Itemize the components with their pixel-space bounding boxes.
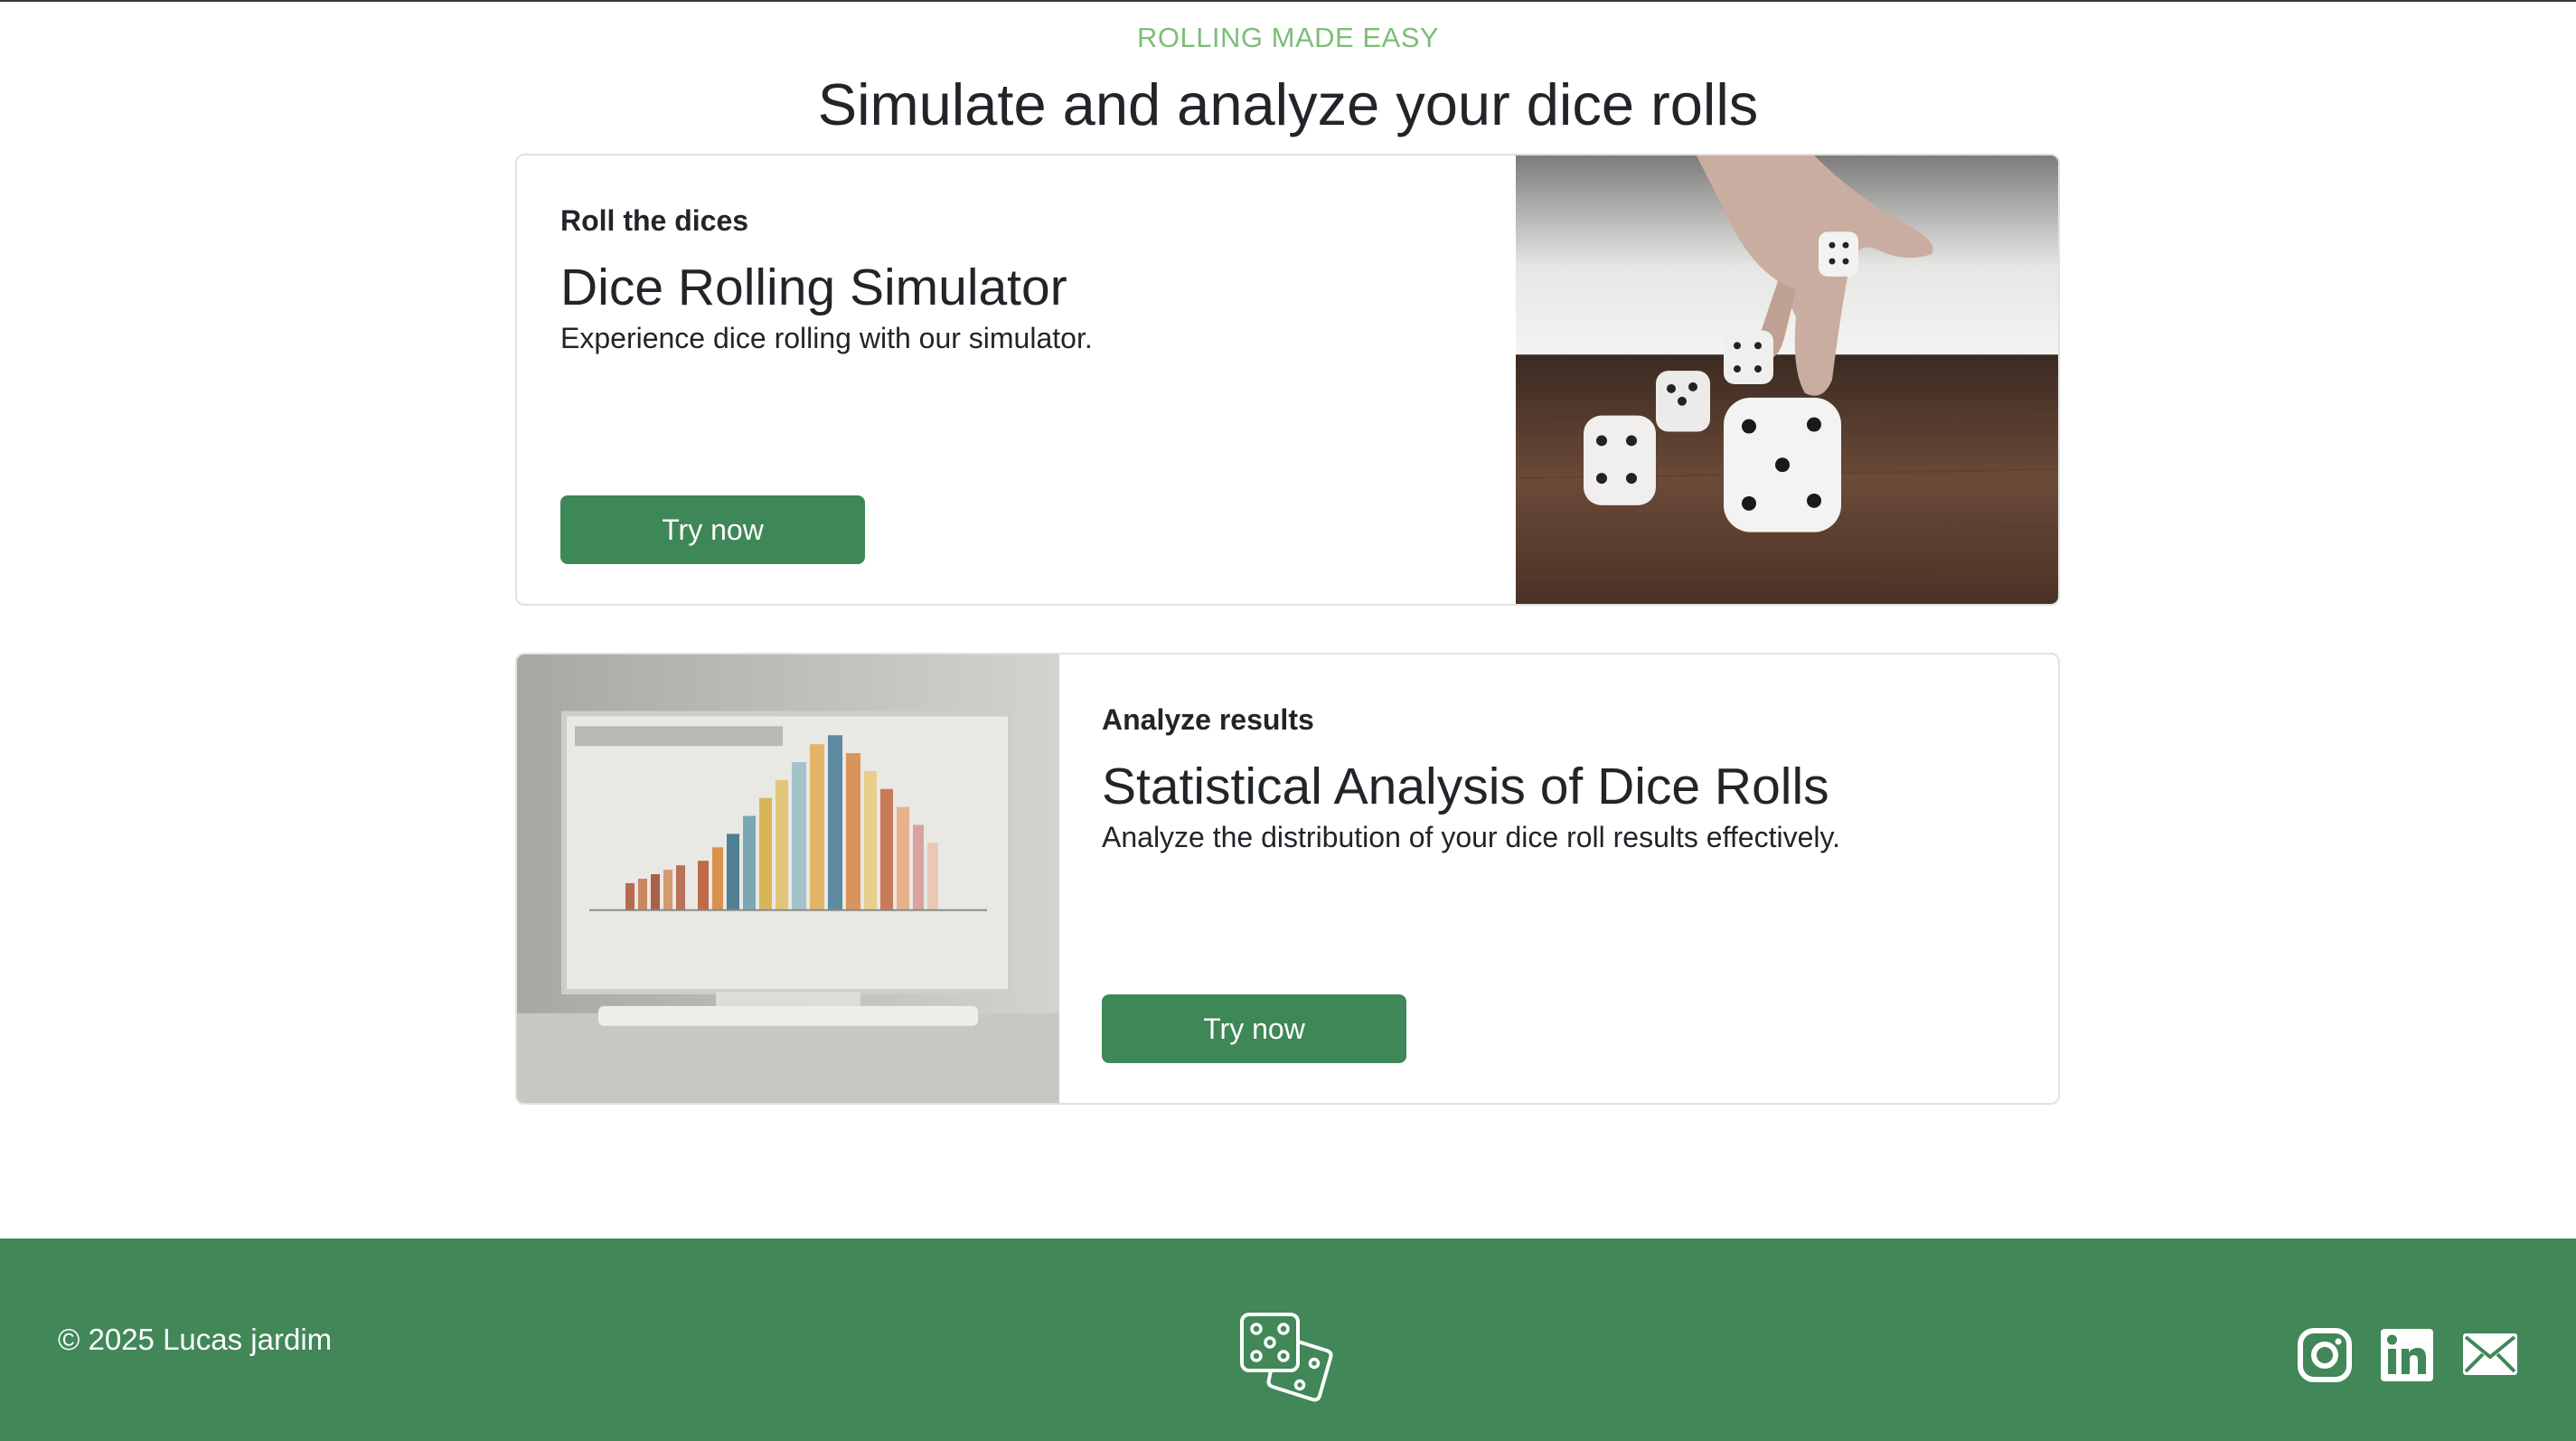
simulator-card-body: Roll the dices Dice Rolling Simulator Ex…	[560, 155, 1509, 604]
simulator-try-now-button[interactable]: Try now	[560, 495, 865, 564]
chart-monitor-photo	[517, 655, 1059, 1103]
footer-copyright: © 2025 Lucas jardim	[58, 1323, 333, 1356]
simulator-card-title: Dice Rolling Simulator	[560, 259, 1067, 316]
hero-eyebrow: ROLLING MADE EASY	[1136, 22, 1440, 53]
analysis-try-now-button[interactable]: Try now	[1102, 994, 1406, 1063]
simulator-card-kicker: Roll the dices	[560, 204, 749, 237]
hero-headline: Simulate and analyze your dice rolls	[817, 71, 1759, 137]
dice-photo	[1516, 155, 2058, 604]
simulator-card: Roll the dices Dice Rolling Simulator Ex…	[515, 154, 2060, 606]
analysis-card-title: Statistical Analysis of Dice Rolls	[1102, 758, 1829, 815]
mail-icon[interactable]	[2462, 1333, 2518, 1376]
top-rule	[0, 0, 2576, 2]
linkedin-icon[interactable]	[2379, 1327, 2435, 1383]
analysis-card-text: Analyze the distribution of your dice ro…	[1102, 821, 1840, 853]
analysis-card: Analyze results Statistical Analysis of …	[515, 653, 2060, 1105]
dice-icon	[1240, 1313, 1333, 1402]
analysis-card-body: Analyze results Statistical Analysis of …	[1102, 655, 2051, 1103]
analysis-card-kicker: Analyze results	[1102, 703, 1314, 736]
footer: © 2025 Lucas jardim	[0, 1239, 2576, 1441]
instagram-icon[interactable]	[2297, 1327, 2353, 1383]
simulator-card-text: Experience dice rolling with our simulat…	[560, 322, 1093, 354]
